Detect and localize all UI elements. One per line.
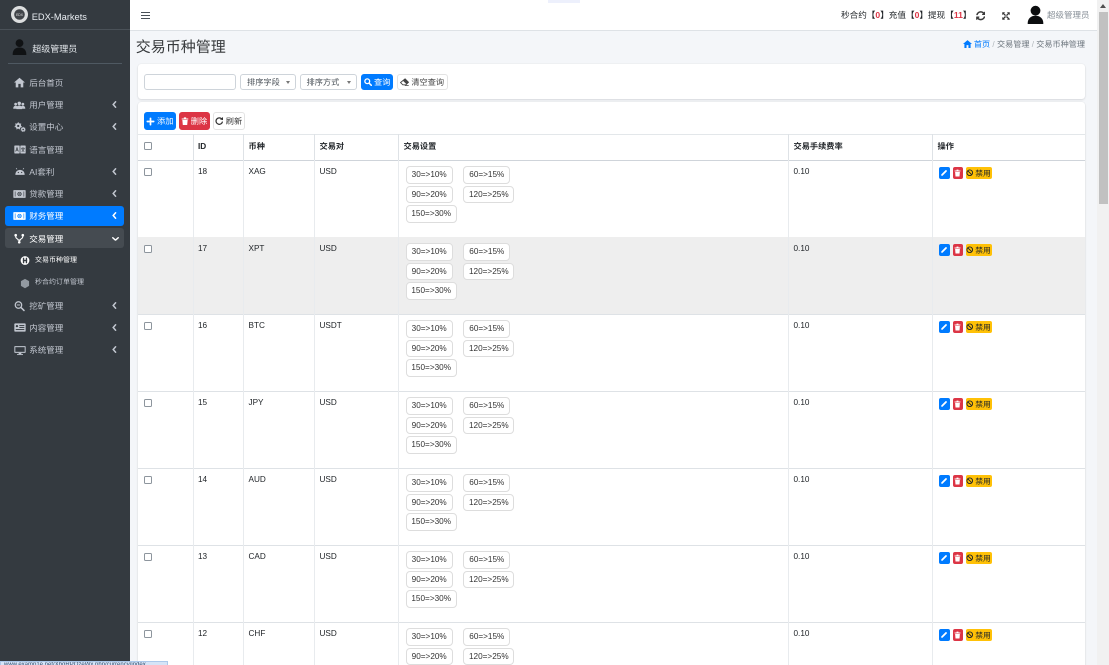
svg-text:EDX: EDX xyxy=(16,12,24,16)
